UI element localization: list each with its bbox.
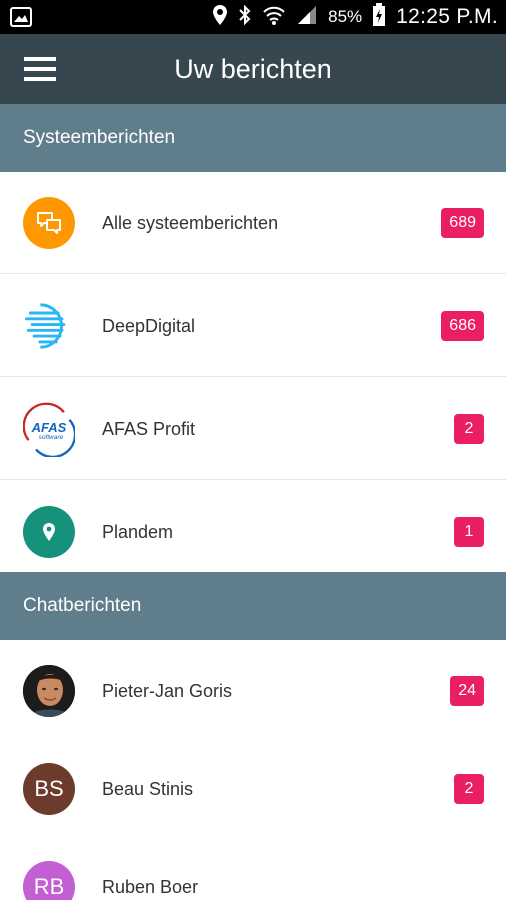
list-item-label: Ruben Boer xyxy=(102,877,199,897)
svg-text:AFAS: AFAS xyxy=(31,420,67,435)
unread-count-badge: 2 xyxy=(454,774,484,804)
unread-count-badge: 686 xyxy=(441,311,484,341)
list-item-ruben-boer[interactable]: RB Ruben Boer xyxy=(0,836,506,900)
section-header-chat: Chatberichten xyxy=(0,572,506,640)
list-item-alle-systeemberichten[interactable]: Alle systeemberichten 689 xyxy=(0,172,506,274)
avatar-initials: BS xyxy=(34,776,64,801)
list-item-label: AFAS Profit xyxy=(102,419,196,439)
unread-count-badge: 2 xyxy=(454,414,484,444)
bluetooth-icon xyxy=(238,4,252,31)
unread-count-badge: 1 xyxy=(454,517,484,547)
list-item-label: Beau Stinis xyxy=(102,779,194,799)
initials-avatar: RB xyxy=(23,861,75,900)
initials-avatar: BS xyxy=(23,763,75,815)
afas-software-logo: AFAS software xyxy=(23,402,75,457)
list-item-beau-stinis[interactable]: BS Beau Stinis 2 xyxy=(0,738,506,840)
gallery-notification-icon xyxy=(10,7,32,32)
list-item-label: Alle systeemberichten xyxy=(102,213,279,233)
section-header-system: Systeemberichten xyxy=(0,104,506,172)
hamburger-menu-icon xyxy=(24,57,56,81)
unread-count-badge: 24 xyxy=(450,676,484,706)
chat-bubbles-icon xyxy=(23,197,75,249)
deepdigital-logo xyxy=(23,300,75,352)
page-title: Uw berichten xyxy=(174,54,332,84)
wifi-icon xyxy=(262,4,286,31)
list-item-plandem[interactable]: Plandem 1 xyxy=(0,481,506,583)
list-item-deepdigital[interactable]: DeepDigital 686 xyxy=(0,275,506,377)
svg-text:software: software xyxy=(39,434,64,441)
list-item-afas-profit[interactable]: AFAS software AFAS Profit 2 xyxy=(0,378,506,480)
app-bar: Uw berichten xyxy=(0,34,506,104)
location-icon xyxy=(212,4,228,31)
battery-charging-icon xyxy=(372,2,386,32)
cell-signal-icon xyxy=(296,5,318,30)
avatar-initials: RB xyxy=(33,874,65,899)
status-bar: 85% 12:25 P.M. xyxy=(0,0,506,34)
list-item-label: Pieter-Jan Goris xyxy=(102,681,233,701)
map-pin-icon xyxy=(23,506,75,558)
list-item-label: DeepDigital xyxy=(102,316,196,336)
list-item-label: Plandem xyxy=(102,522,174,542)
battery-percentage: 85% xyxy=(328,7,363,26)
menu-button[interactable] xyxy=(18,48,62,90)
list-item-pieter-jan-goris[interactable]: Pieter-Jan Goris 24 xyxy=(0,640,506,742)
user-photo-avatar xyxy=(23,665,75,717)
clock: 12:25 P.M. xyxy=(396,5,498,28)
unread-count-badge: 689 xyxy=(441,208,484,238)
